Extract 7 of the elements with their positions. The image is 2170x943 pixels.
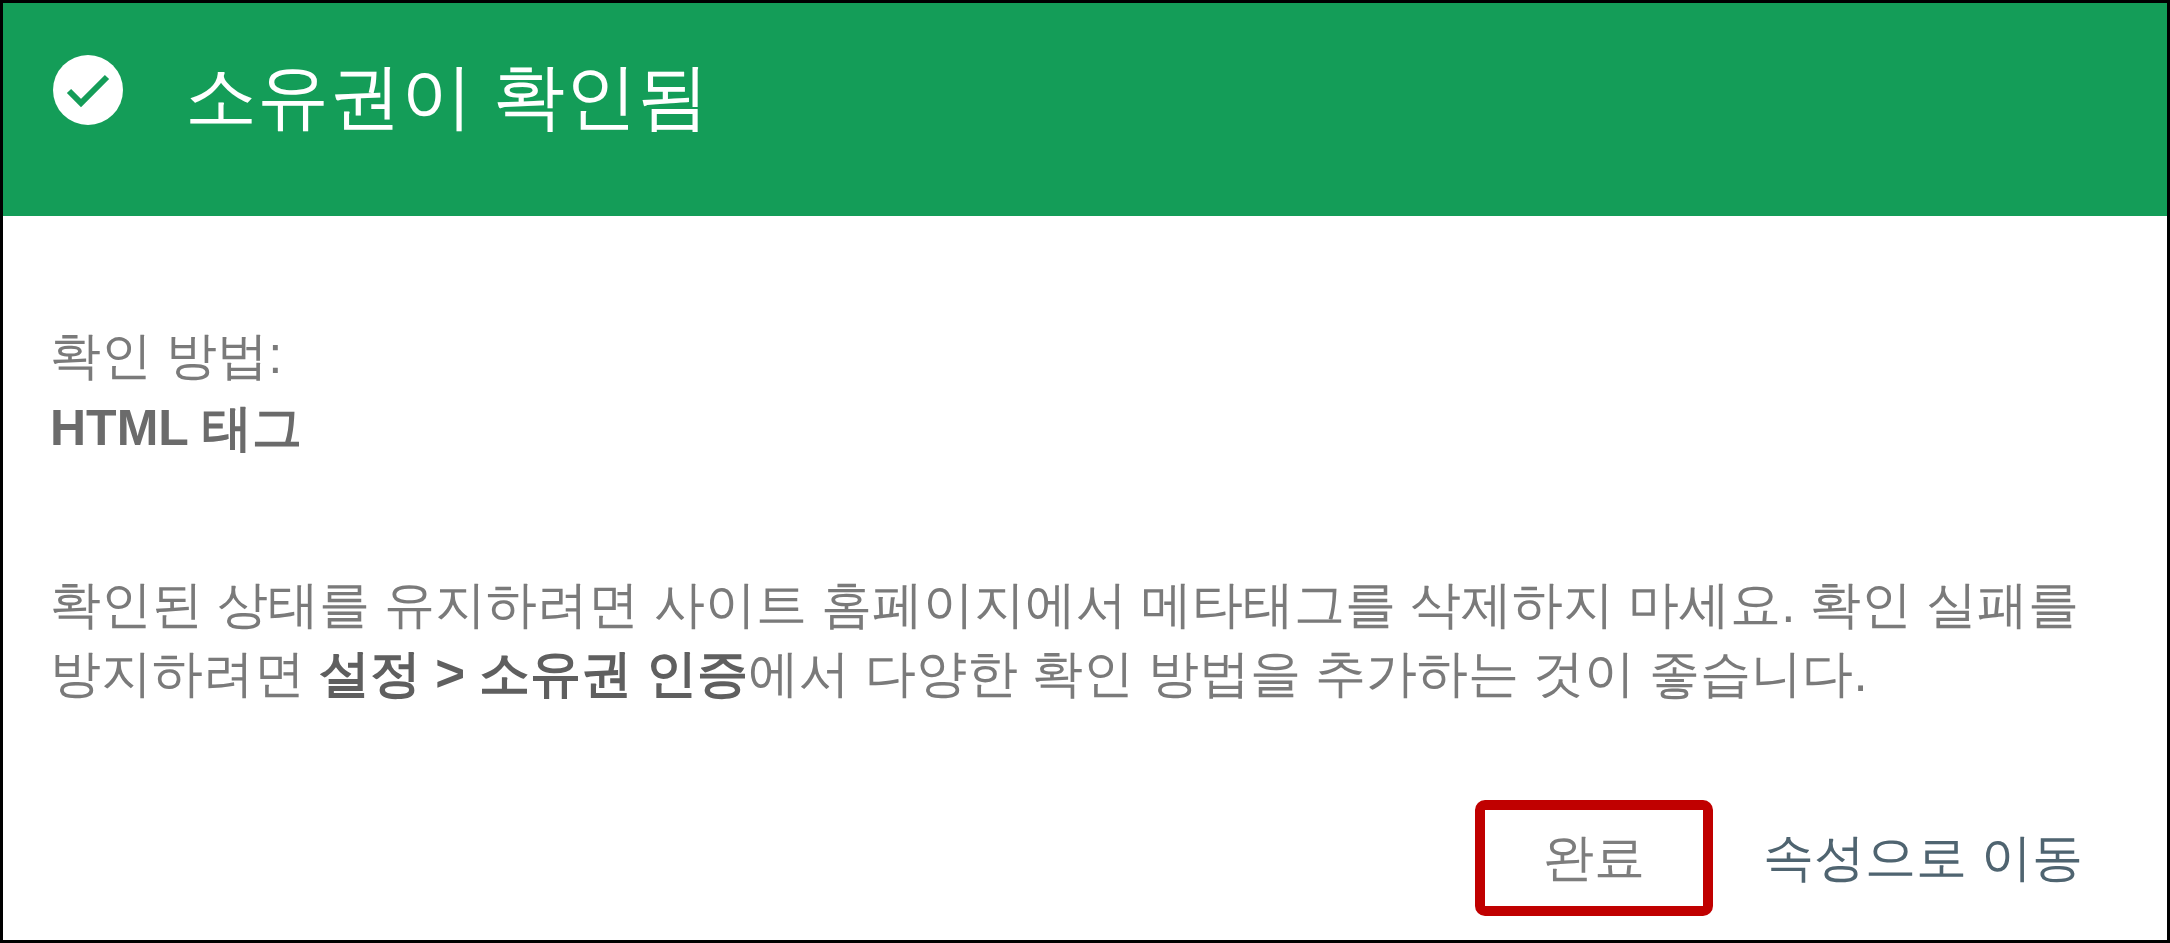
method-label: 확인 방법: <box>50 326 283 386</box>
method-value: HTML 태그 <box>50 399 302 458</box>
verification-message: 확인된 상태를 유지하려면 사이트 홈페이지에서 메타태그를 삭제하지 마세요. 확인 실패를 방지하려면 설정 > 소유권 인증에서 다양한 확인 방법을 추가하는 것이 좋습니다. <box>50 575 2079 704</box>
dialog-button[interactable]: 속성으로 이동 <box>1736 800 2109 916</box>
dialog-button[interactable]: 완료 <box>1474 800 1713 916</box>
check-circle-icon <box>53 54 123 125</box>
dialog-title: 소유권이 확인됨 <box>185 59 709 132</box>
